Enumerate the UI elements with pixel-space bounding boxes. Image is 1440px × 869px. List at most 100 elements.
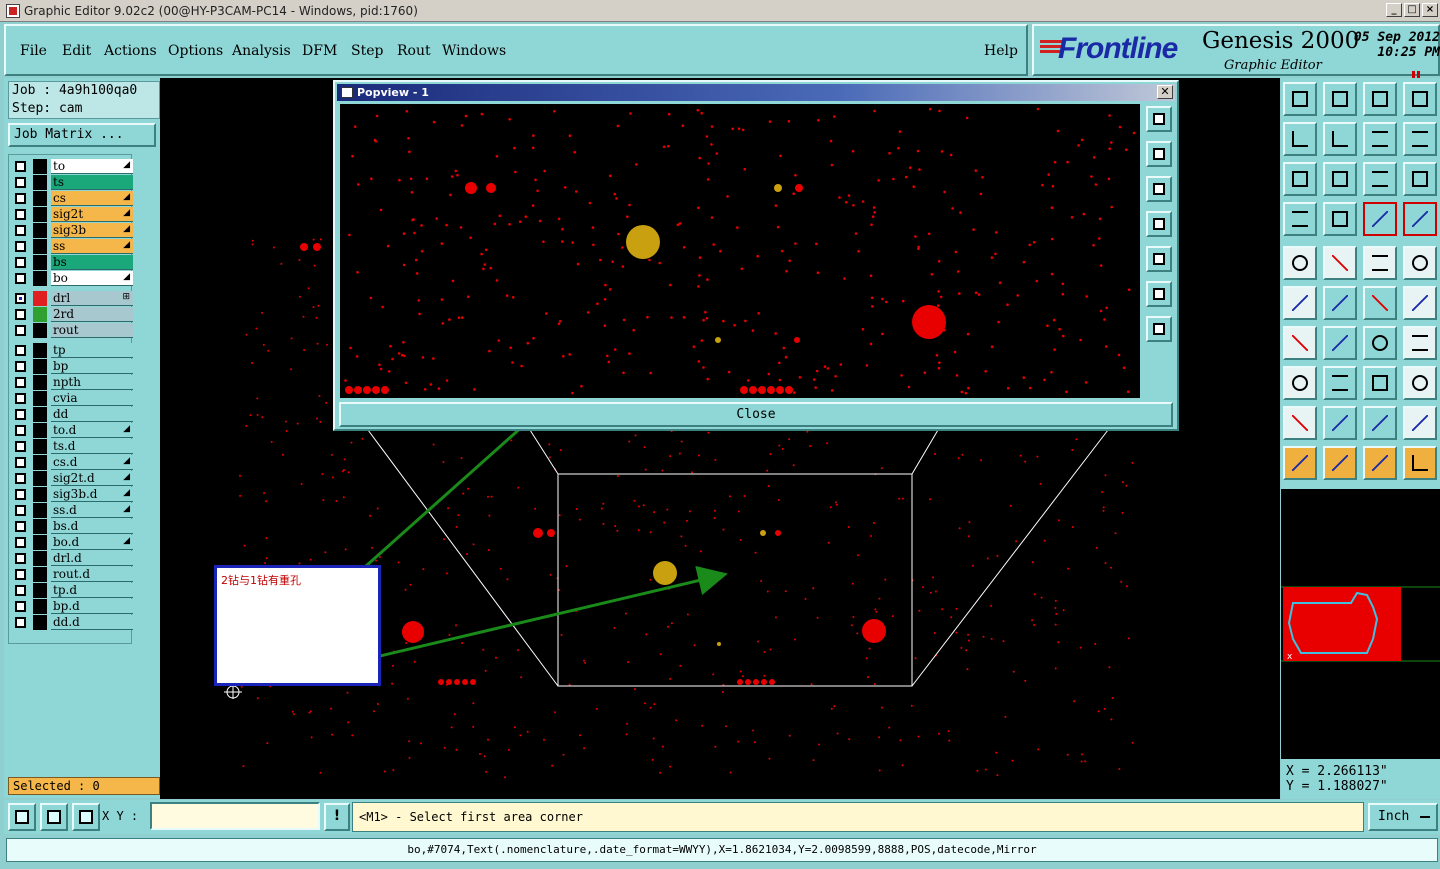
layer-checkbox[interactable]: [15, 309, 26, 320]
layer-checkbox[interactable]: [15, 521, 26, 532]
layer-color-swatch[interactable]: [33, 271, 47, 286]
exclamation-button[interactable]: !: [324, 803, 350, 831]
layer-row-ss[interactable]: ss ◢: [13, 239, 133, 254]
layer-row-to-d[interactable]: to.d ◢: [13, 423, 133, 438]
layer-color-swatch[interactable]: [33, 191, 47, 206]
layer-color-swatch[interactable]: [33, 359, 47, 374]
layer-row-npth[interactable]: npth: [13, 375, 133, 390]
layer-checkbox[interactable]: [15, 505, 26, 516]
layer-link-icon[interactable]: [1363, 202, 1397, 236]
layer-name[interactable]: cs ◢: [51, 191, 133, 206]
layer-row-sig3b[interactable]: sig3b ◢: [13, 223, 133, 238]
layer-link-2-icon[interactable]: [1403, 202, 1437, 236]
menu-rout[interactable]: Rout: [397, 43, 431, 59]
layer-name[interactable]: npth: [51, 375, 133, 390]
layer-row-sig3b-d[interactable]: sig3b.d ◢: [13, 487, 133, 502]
layer-row-to[interactable]: to ◢: [13, 159, 133, 174]
layer-color-swatch[interactable]: [33, 375, 47, 390]
layer-checkbox[interactable]: [15, 361, 26, 372]
layer-name[interactable]: rout: [51, 323, 133, 338]
layer-row-bo[interactable]: bo ◢: [13, 271, 133, 286]
layer-color-swatch[interactable]: [33, 567, 47, 582]
popview-close-button[interactable]: Close: [339, 402, 1173, 427]
layer-color-swatch[interactable]: [33, 239, 47, 254]
menu-windows[interactable]: Windows: [442, 43, 506, 59]
arc-point-icon[interactable]: [1363, 286, 1397, 320]
layer-row-cs-d[interactable]: cs.d ◢: [13, 455, 133, 470]
layer-name[interactable]: rout.d: [51, 567, 133, 582]
help-icon[interactable]: [1403, 162, 1437, 196]
arrow-c-icon[interactable]: [1403, 406, 1437, 440]
layer-row-tp[interactable]: tp: [13, 343, 133, 358]
layer-color-swatch[interactable]: [33, 223, 47, 238]
layer-name[interactable]: bo.d ◢: [51, 535, 133, 550]
layer-checkbox[interactable]: [15, 569, 26, 580]
layer-checkbox[interactable]: [15, 585, 26, 596]
layer-checkbox[interactable]: [15, 537, 26, 548]
layer-checkbox[interactable]: [15, 393, 26, 404]
layer-row-dd[interactable]: dd: [13, 407, 133, 422]
layer-color-swatch[interactable]: [33, 455, 47, 470]
layer-name[interactable]: drl ⊞: [51, 291, 133, 306]
layer-name[interactable]: bs.d: [51, 519, 133, 534]
layer-row-tp-d[interactable]: tp.d: [13, 583, 133, 598]
layer-checkbox[interactable]: [15, 425, 26, 436]
layer-checkbox[interactable]: [15, 377, 26, 388]
scale-1-2-icon[interactable]: [1363, 162, 1397, 196]
layer-color-swatch[interactable]: [33, 291, 47, 306]
popview-close-icon[interactable]: ✕: [1157, 85, 1173, 99]
layer-checkbox[interactable]: [15, 177, 26, 188]
layer-checkbox[interactable]: [15, 193, 26, 204]
arrow-b-icon[interactable]: [1363, 406, 1397, 440]
line-draw-icon[interactable]: [1323, 246, 1357, 280]
pv-pan-left-icon[interactable]: [1146, 211, 1172, 237]
move-pad-icon[interactable]: [1283, 366, 1317, 400]
close-window-button[interactable]: ×: [1422, 3, 1438, 17]
pv-pan-right-icon[interactable]: [1146, 246, 1172, 272]
layer-row-sig2t[interactable]: sig2t ◢: [13, 207, 133, 222]
layer-checkbox[interactable]: [15, 241, 26, 252]
layer-color-swatch[interactable]: [33, 407, 47, 422]
layer-color-swatch[interactable]: [33, 471, 47, 486]
layer-color-swatch[interactable]: [33, 503, 47, 518]
connect-icon[interactable]: [1283, 286, 1317, 320]
ruler-icon[interactable]: [1363, 246, 1397, 280]
arc-point-2-icon[interactable]: [1403, 286, 1437, 320]
layer-name[interactable]: sig2t ◢: [51, 207, 133, 222]
layer-color-swatch[interactable]: [33, 207, 47, 222]
layer-color-swatch[interactable]: [33, 487, 47, 502]
layer-name[interactable]: sig2t.d ◢: [51, 471, 133, 486]
line-mid-icon[interactable]: [1323, 366, 1357, 400]
layer-name[interactable]: to.d ◢: [51, 423, 133, 438]
layer-name[interactable]: bo ◢: [51, 271, 133, 286]
layer-checkbox[interactable]: [15, 345, 26, 356]
layer-row-bs[interactable]: bs: [13, 255, 133, 270]
snap-icon[interactable]: [8, 803, 36, 831]
round-pad-icon[interactable]: [1403, 246, 1437, 280]
menu-analysis[interactable]: Analysis: [232, 43, 291, 59]
layer-checkbox[interactable]: [15, 457, 26, 468]
rotate-icon[interactable]: [1363, 326, 1397, 360]
layer-row-rout[interactable]: rout: [13, 323, 133, 338]
move-down-icon[interactable]: [1323, 82, 1357, 116]
layer-name[interactable]: sig3b.d ◢: [51, 487, 133, 502]
layer-checkbox[interactable]: [15, 257, 26, 268]
select-round-icon[interactable]: [1363, 446, 1397, 480]
layer-color-swatch[interactable]: [33, 323, 47, 338]
menu-dfm[interactable]: DFM: [302, 43, 337, 59]
angle-icon[interactable]: [1283, 326, 1317, 360]
layer-row-sig2t-d[interactable]: sig2t.d ◢: [13, 471, 133, 486]
layer-name[interactable]: ss ◢: [51, 239, 133, 254]
layer-row-drl[interactable]: drl ⊞: [13, 291, 133, 306]
layer-name[interactable]: ts.d: [51, 439, 133, 454]
layer-checkbox[interactable]: [15, 473, 26, 484]
layer-name[interactable]: tp: [51, 343, 133, 358]
layer-checkbox[interactable]: [15, 441, 26, 452]
pv-zoom-home-icon[interactable]: [1146, 106, 1172, 132]
layer-row-bp-d[interactable]: bp.d: [13, 599, 133, 614]
fit-icon[interactable]: [1283, 162, 1317, 196]
layer-row-rout-d[interactable]: rout.d: [13, 567, 133, 582]
menu-options[interactable]: Options: [168, 43, 223, 59]
layer-checkbox[interactable]: [15, 601, 26, 612]
minimize-button[interactable]: _: [1386, 3, 1402, 17]
